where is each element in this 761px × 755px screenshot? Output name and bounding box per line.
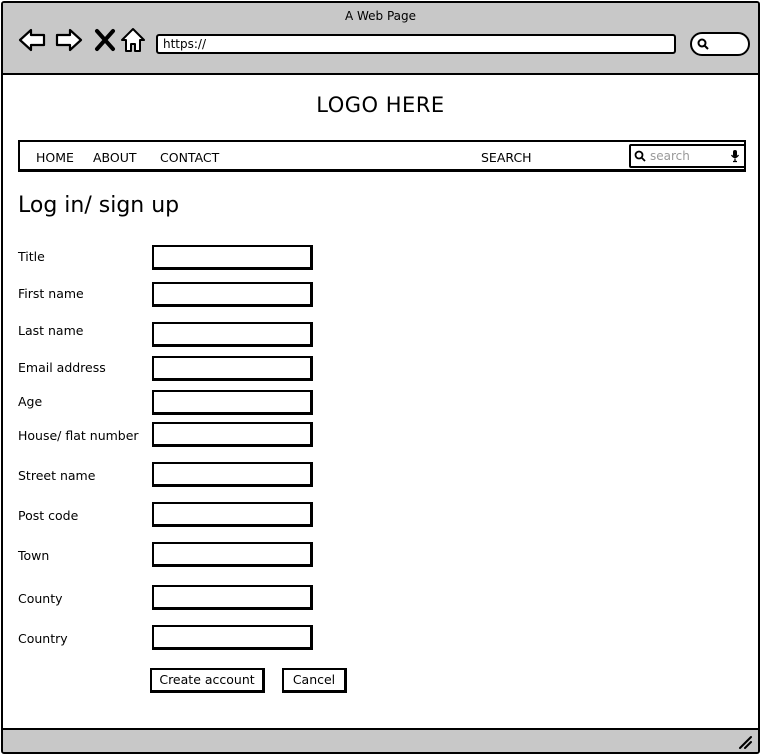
post-code-input[interactable] <box>152 502 313 527</box>
browser-search-button[interactable] <box>690 32 750 56</box>
search-placeholder: search <box>650 149 690 163</box>
home-icon[interactable] <box>118 25 148 55</box>
back-arrow-icon[interactable] <box>17 25 47 55</box>
town-label: Town <box>18 548 50 563</box>
microphone-icon[interactable] <box>730 149 740 163</box>
search-icon <box>634 150 646 162</box>
cancel-button[interactable]: Cancel <box>282 668 347 693</box>
nav-about-link[interactable]: ABOUT <box>93 150 137 165</box>
street-name-label: Street name <box>18 468 96 483</box>
email-label: Email address <box>18 360 106 375</box>
last-name-label: Last name <box>18 323 84 338</box>
nav-contact-link[interactable]: CONTACT <box>160 150 219 165</box>
country-input[interactable] <box>152 625 313 650</box>
main-navbar: HOME ABOUT CONTACT SEARCH search <box>18 140 746 172</box>
search-icon <box>697 38 709 50</box>
title-input[interactable] <box>152 245 313 270</box>
country-label: Country <box>18 631 68 646</box>
nav-search-label: SEARCH <box>481 150 532 165</box>
last-name-input[interactable] <box>152 322 313 347</box>
email-input[interactable] <box>152 356 313 381</box>
browser-chrome: A Web Page https:// <box>3 3 758 75</box>
create-account-button[interactable]: Create account <box>150 668 265 693</box>
county-label: County <box>18 591 63 606</box>
house-number-input[interactable] <box>152 422 313 447</box>
site-logo: LOGO HERE <box>316 93 445 117</box>
county-input[interactable] <box>152 585 313 610</box>
url-bar[interactable]: https:// <box>156 34 676 54</box>
street-name-input[interactable] <box>152 462 313 487</box>
first-name-input[interactable] <box>152 282 313 307</box>
close-x-icon[interactable] <box>91 25 121 55</box>
age-label: Age <box>18 394 43 409</box>
first-name-label: First name <box>18 286 84 301</box>
browser-window: A Web Page https:// LOGO HERE HOME ABOUT… <box>1 1 760 754</box>
house-number-label: House/ flat number <box>18 428 139 443</box>
nav-home-link[interactable]: HOME <box>36 150 74 165</box>
window-title: A Web Page <box>344 9 417 23</box>
page-title: Log in/ sign up <box>18 193 180 218</box>
post-code-label: Post code <box>18 508 79 523</box>
forward-arrow-icon[interactable] <box>54 25 84 55</box>
resize-grip-icon[interactable] <box>738 735 752 749</box>
town-input[interactable] <box>152 542 313 567</box>
age-input[interactable] <box>152 390 313 415</box>
title-label: Title <box>18 249 45 264</box>
nav-search-input[interactable]: search <box>629 144 746 168</box>
status-bar <box>3 728 758 752</box>
